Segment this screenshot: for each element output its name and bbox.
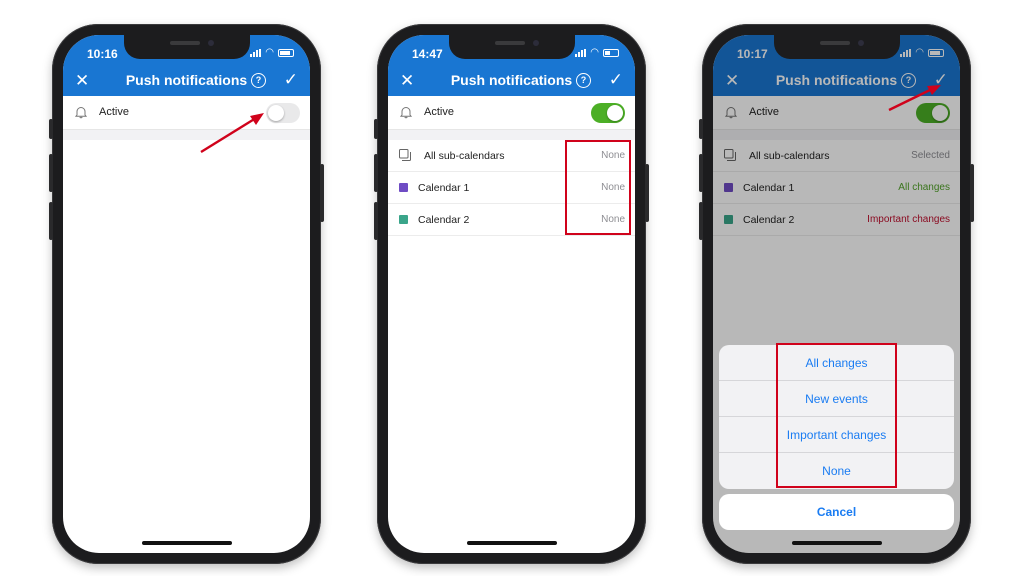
status-icons: ◠ [250,47,294,58]
help-icon[interactable]: ? [251,73,266,88]
active-toggle[interactable] [266,103,300,123]
bell-icon [400,107,412,119]
home-indicator [141,541,232,545]
home-indicator [791,541,882,545]
row-label: Calendar 1 [418,182,470,194]
active-row: Active [63,96,310,130]
wifi-icon: ◠ [590,47,599,58]
home-indicator [466,541,557,545]
annotation-box-options [776,343,897,488]
active-row: Active [388,96,635,130]
phone-2-screen: 14:47 ◠ ✕ Push notifications ? ✓ Active … [388,35,635,553]
phone-1-screen: 10:16 ◠ ✕ Push notifications ? ✓ Active [63,35,310,553]
notch [773,35,900,59]
help-icon[interactable]: ? [576,73,591,88]
active-label: Active [424,106,454,118]
row-label: All sub-calendars [424,150,505,162]
status-icons: ◠ [575,47,619,58]
page-title: Push notifications [450,72,573,88]
row-label: Calendar 2 [418,214,470,226]
bell-icon [75,107,87,119]
nav-bar: ✕ Push notifications ? ✓ [63,70,310,94]
cancel-button[interactable]: Cancel [719,494,954,530]
calendar-2-color-swatch [399,215,408,224]
signal-icon [250,49,262,57]
notch [123,35,250,59]
annotation-box-values [565,140,631,235]
status-time: 14:47 [412,47,443,61]
annotation-arrow-confirm [888,85,941,112]
page-title: Push notifications [125,72,248,88]
signal-icon [575,49,587,57]
active-label: Active [99,106,129,118]
pages-icon [399,149,411,161]
section-divider [63,130,310,140]
battery-icon [278,49,294,57]
phone-2: 14:47 ◠ ✕ Push notifications ? ✓ Active … [374,24,649,564]
annotation-arrow-toggle [200,113,264,154]
battery-icon [603,49,619,57]
status-time: 10:16 [87,47,118,61]
notch [448,35,575,59]
nav-bar: ✕ Push notifications ? ✓ [388,70,635,94]
section-divider [388,130,635,140]
active-toggle[interactable] [591,103,625,123]
calendar-1-color-swatch [399,183,408,192]
confirm-check-icon[interactable]: ✓ [284,70,298,90]
phone-1: 10:16 ◠ ✕ Push notifications ? ✓ Active [49,24,324,564]
confirm-check-icon[interactable]: ✓ [609,70,623,90]
wifi-icon: ◠ [265,47,274,58]
